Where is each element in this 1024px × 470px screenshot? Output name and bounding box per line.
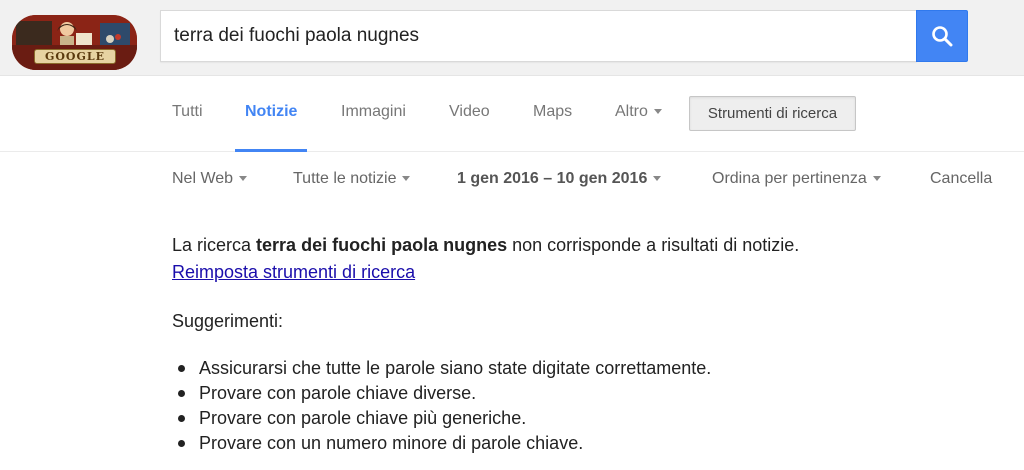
- search-icon: [932, 26, 953, 47]
- logo-wordmark: GOOGLE: [34, 49, 116, 64]
- chevron-down-icon: [653, 176, 662, 182]
- top-header: GOOGLE: [0, 0, 1024, 76]
- no-results-text: La ricerca terra dei fuochi paola nugnes…: [172, 232, 852, 286]
- no-results-prefix: La ricerca: [172, 235, 257, 255]
- news-filter-label: Tutte le notizie: [293, 170, 397, 187]
- search-tools-button[interactable]: Strumenti di ricerca: [689, 96, 856, 131]
- date-range-dropdown[interactable]: 1 gen 2016 – 10 gen 2016: [457, 170, 662, 188]
- search-button[interactable]: [916, 10, 968, 62]
- sort-label: Ordina per pertinenza: [712, 170, 867, 187]
- chevron-down-icon: [402, 176, 411, 182]
- chevron-down-icon: [872, 176, 881, 182]
- list-item: Assicurarsi che tutte le parole siano st…: [172, 356, 852, 381]
- google-doodle-logo[interactable]: GOOGLE: [12, 15, 137, 70]
- chevron-down-icon: [239, 176, 248, 182]
- no-results-query: terra dei fuochi paola nugnes: [256, 235, 508, 255]
- chevron-down-icon: [653, 109, 662, 115]
- suggestions-list: Assicurarsi che tutte le parole siano st…: [172, 356, 852, 456]
- tab-video[interactable]: Video: [449, 77, 490, 152]
- tab-maps[interactable]: Maps: [533, 77, 572, 152]
- web-filter-dropdown[interactable]: Nel Web: [172, 170, 248, 188]
- date-range-label: 1 gen 2016 – 10 gen 2016: [457, 170, 648, 187]
- reset-search-tools-link[interactable]: Reimposta strumenti di ricerca: [172, 262, 415, 282]
- web-filter-label: Nel Web: [172, 170, 234, 187]
- no-results-message: La ricerca terra dei fuochi paola nugnes…: [172, 232, 852, 456]
- list-item: Provare con un numero minore di parole c…: [172, 431, 852, 456]
- list-item: Provare con parole chiave diverse.: [172, 381, 852, 406]
- tab-altro[interactable]: Altro: [615, 77, 662, 152]
- list-item: Provare con parole chiave più generiche.: [172, 406, 852, 431]
- sort-dropdown[interactable]: Ordina per pertinenza: [712, 170, 881, 188]
- no-results-suffix: non corrisponde a risultati di notizie.: [507, 235, 800, 255]
- tab-notizie[interactable]: Notizie: [234, 77, 308, 152]
- suggestions-title: Suggerimenti:: [172, 311, 284, 331]
- tab-altro-label: Altro: [615, 103, 648, 120]
- cancel-tools-link[interactable]: Cancella: [930, 170, 992, 188]
- search-box[interactable]: [160, 10, 917, 62]
- search-tabs: Tutti Notizie Immagini Video Maps Altro …: [0, 77, 1024, 152]
- news-filter-dropdown[interactable]: Tutte le notizie: [293, 170, 411, 188]
- tab-tutti[interactable]: Tutti: [172, 77, 203, 152]
- tab-immagini[interactable]: Immagini: [341, 77, 406, 152]
- search-tools-bar: Nel Web Tutte le notizie 1 gen 2016 – 10…: [0, 153, 1024, 205]
- search-input[interactable]: [161, 11, 917, 61]
